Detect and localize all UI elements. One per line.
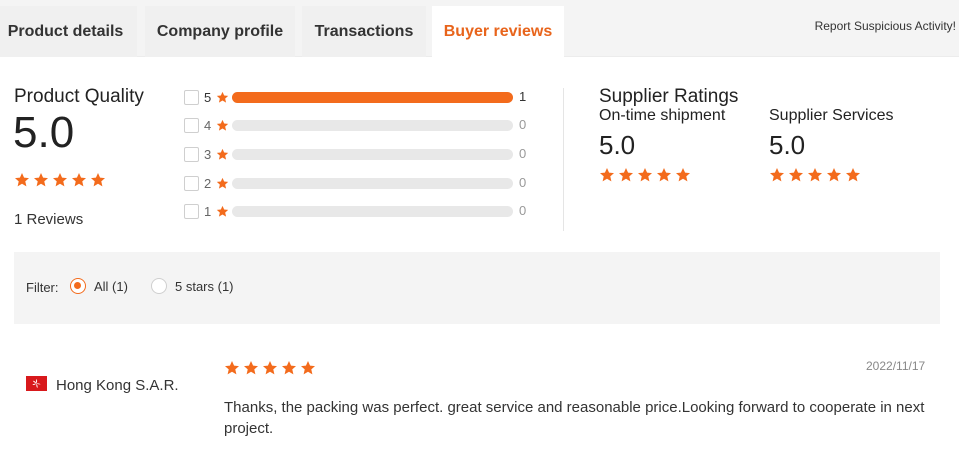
rating-row-count: 0	[519, 203, 527, 218]
filter-label: Filter:	[26, 280, 59, 295]
tab-product-details[interactable]: Product details	[0, 6, 137, 57]
star-icon	[34, 173, 48, 187]
review-date: 2022/11/17	[866, 359, 926, 373]
star-icon	[282, 361, 296, 375]
star-icon	[619, 168, 633, 182]
rating-3-checkbox[interactable]	[184, 147, 199, 162]
star-icon	[225, 361, 239, 375]
rating-row-count: 0	[519, 175, 527, 190]
rating-bar	[232, 206, 513, 217]
supplier-ratings-title: Supplier Ratings	[599, 86, 739, 107]
star-icon	[91, 173, 105, 187]
on-time-shipment-label: On-time shipment	[599, 107, 726, 124]
review-filter-bar: Filter: All (1) 5 stars (1)	[14, 252, 940, 324]
rating-bar	[232, 92, 513, 103]
star-icon	[244, 361, 258, 375]
rating-2-checkbox[interactable]	[184, 176, 199, 191]
star-icon	[789, 168, 803, 182]
rating-row-label: 2	[204, 176, 212, 191]
supplier-services-stars	[769, 167, 861, 183]
product-quality-stars	[14, 172, 106, 188]
rating-row-label: 5	[204, 90, 212, 105]
filter-all-label[interactable]: All (1)	[94, 279, 128, 294]
rating-4-checkbox[interactable]	[184, 118, 199, 133]
tab-buyer-reviews[interactable]: Buyer reviews	[432, 6, 564, 58]
rating-bar	[232, 149, 513, 160]
report-suspicious-activity-link[interactable]: Report Suspicious Activity!	[815, 19, 956, 33]
rating-row-5: 5 1	[184, 89, 544, 105]
star-icon	[15, 173, 29, 187]
star-icon	[638, 168, 652, 182]
filter-all-radio[interactable]	[70, 278, 86, 294]
rating-row-label: 4	[204, 118, 212, 133]
star-icon	[263, 361, 277, 375]
star-icon	[53, 173, 67, 187]
reviews-count: 1 Reviews	[14, 211, 84, 228]
rating-bar-fill	[232, 92, 513, 103]
tab-bar: Product details Company profile Transact…	[0, 0, 959, 58]
star-icon	[216, 177, 229, 189]
rating-row-3: 3 0	[184, 146, 544, 162]
star-icon	[216, 148, 229, 160]
star-icon	[600, 168, 614, 182]
rating-row-count: 0	[519, 146, 527, 161]
rating-1-checkbox[interactable]	[184, 204, 199, 219]
star-icon	[827, 168, 841, 182]
rating-row-label: 3	[204, 147, 212, 162]
section-divider	[563, 88, 564, 231]
star-icon	[216, 205, 229, 217]
rating-5-checkbox[interactable]	[184, 90, 199, 105]
star-icon	[808, 168, 822, 182]
star-icon	[301, 361, 315, 375]
product-quality-title: Product Quality	[14, 86, 144, 107]
rating-row-count: 1	[519, 89, 527, 104]
review-text: Thanks, the packing was perfect. great s…	[224, 399, 925, 437]
star-icon	[657, 168, 671, 182]
rating-bar	[232, 178, 513, 189]
on-time-shipment-stars	[599, 167, 691, 183]
star-icon	[216, 91, 229, 103]
filter-5-stars-radio[interactable]	[151, 278, 167, 294]
tab-company-profile[interactable]: Company profile	[145, 6, 295, 57]
rating-row-count: 0	[519, 117, 527, 132]
hong-kong-flag-icon	[26, 376, 47, 391]
rating-bar	[232, 120, 513, 131]
rating-row-2: 2 0	[184, 175, 544, 191]
on-time-shipment-score: 5.0	[599, 130, 636, 160]
supplier-services-label: Supplier Services	[769, 107, 894, 124]
star-icon	[216, 119, 229, 131]
rating-row-4: 4 0	[184, 117, 544, 133]
rating-row-1: 1 0	[184, 203, 544, 219]
star-icon	[676, 168, 690, 182]
product-quality-score: 5.0	[13, 108, 75, 157]
tab-transactions[interactable]: Transactions	[302, 6, 426, 57]
reviewer-country: Hong Kong S.A.R.	[56, 377, 179, 394]
supplier-services-score: 5.0	[769, 130, 806, 160]
star-icon	[72, 173, 86, 187]
review-stars	[224, 360, 316, 376]
star-icon	[846, 168, 860, 182]
rating-row-label: 1	[204, 204, 212, 219]
filter-5-stars-label[interactable]: 5 stars (1)	[175, 279, 234, 294]
star-icon	[770, 168, 784, 182]
